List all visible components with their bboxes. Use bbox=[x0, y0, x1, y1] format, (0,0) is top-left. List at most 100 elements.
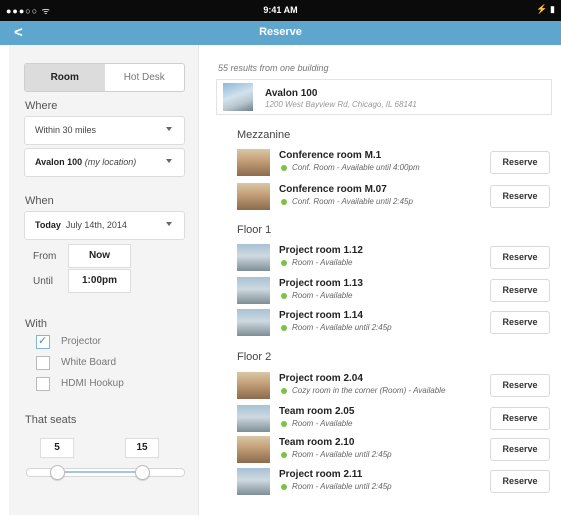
status-time: 9:41 AM bbox=[263, 5, 298, 15]
location-name: Avalon 100 bbox=[35, 157, 83, 167]
room-description: Room - Available until 2:45p bbox=[292, 323, 392, 332]
seats-slider-fill bbox=[56, 471, 141, 473]
distance-select[interactable]: Within 30 miles bbox=[24, 116, 185, 145]
available-dot bbox=[281, 388, 287, 394]
seats-min-handle[interactable] bbox=[50, 465, 65, 480]
room-row[interactable]: Conference room M.07 Conf. Room - Availa… bbox=[237, 183, 551, 213]
room-image bbox=[237, 468, 270, 495]
projector-checkbox[interactable] bbox=[36, 334, 50, 349]
room-row[interactable]: Project room 2.11 Room - Available until… bbox=[237, 468, 551, 498]
room-name: Project room 1.14 bbox=[279, 310, 363, 321]
available-dot bbox=[281, 484, 287, 490]
room-image bbox=[237, 183, 270, 210]
building-address: 1200 West Bayview Rd, Chicago, IL 68141 bbox=[265, 100, 417, 109]
booking-type-toggle: Room Hot Desk bbox=[24, 63, 185, 92]
room-row[interactable]: Team room 2.10 Room - Available until 2:… bbox=[237, 436, 551, 466]
reserve-button[interactable]: Reserve bbox=[490, 151, 550, 174]
reserve-button[interactable]: Reserve bbox=[490, 311, 550, 334]
seats-max-handle[interactable] bbox=[135, 465, 150, 480]
reserve-button[interactable]: Reserve bbox=[490, 374, 550, 397]
date-select[interactable]: Today July 14th, 2014 bbox=[24, 211, 185, 240]
reserve-button[interactable]: Reserve bbox=[490, 470, 550, 493]
section-title: Mezzanine bbox=[237, 129, 291, 141]
with-label: With bbox=[25, 318, 47, 330]
room-description: Conf. Room - Available until 4:00pm bbox=[292, 163, 420, 172]
available-dot bbox=[281, 199, 287, 205]
room-description: Room - Available bbox=[292, 258, 353, 267]
building-name: Avalon 100 bbox=[265, 88, 318, 99]
room-name: Team room 2.05 bbox=[279, 406, 355, 417]
building-image bbox=[223, 83, 253, 111]
room-name: Team room 2.10 bbox=[279, 437, 355, 448]
room-row[interactable]: Team room 2.05 Room - Available Reserve bbox=[237, 405, 551, 435]
room-name: Project room 1.13 bbox=[279, 278, 363, 289]
room-description: Room - Available bbox=[292, 419, 353, 428]
results-panel: 55 results from one building Avalon 100 … bbox=[210, 45, 561, 515]
building-card[interactable]: Avalon 100 1200 West Bayview Rd, Chicago… bbox=[216, 79, 552, 115]
reserve-button[interactable]: Reserve bbox=[490, 246, 550, 269]
room-image bbox=[237, 372, 270, 399]
from-label: From bbox=[33, 251, 57, 262]
status-bar: ●●●○○ ᯤ 9:41 AM ⚡ ▮ bbox=[0, 0, 561, 21]
room-description: Room - Available bbox=[292, 291, 353, 300]
whiteboard-checkbox[interactable] bbox=[36, 356, 50, 370]
room-row[interactable]: Project room 1.13 Room - Available Reser… bbox=[237, 277, 551, 307]
available-dot bbox=[281, 260, 287, 266]
until-time-field[interactable]: 1:00pm bbox=[68, 269, 131, 293]
location-select[interactable]: Avalon 100 (my location) bbox=[24, 148, 185, 177]
room-image bbox=[237, 436, 270, 463]
room-row[interactable]: Project room 1.12 Room - Available Reser… bbox=[237, 244, 551, 274]
reserve-button[interactable]: Reserve bbox=[490, 185, 550, 208]
seats-max-field[interactable]: 15 bbox=[125, 438, 159, 458]
date-text: July 14th, 2014 bbox=[65, 220, 127, 230]
location-note: (my location) bbox=[84, 157, 137, 167]
distance-value: Within 30 miles bbox=[35, 125, 97, 135]
room-name: Project room 2.04 bbox=[279, 373, 363, 384]
projector-label: Projector bbox=[61, 336, 102, 347]
until-label: Until bbox=[33, 276, 54, 287]
available-dot bbox=[281, 165, 287, 171]
chevron-down-icon bbox=[166, 222, 172, 226]
room-image bbox=[237, 309, 270, 336]
room-name: Conference room M.07 bbox=[279, 184, 387, 195]
results-count: 55 results from one building bbox=[218, 63, 329, 73]
tab-hot-desk[interactable]: Hot Desk bbox=[105, 64, 185, 91]
seats-min-field[interactable]: 5 bbox=[40, 438, 74, 458]
section-title: Floor 2 bbox=[237, 351, 272, 363]
battery-icon: ⚡ ▮ bbox=[536, 4, 555, 14]
when-label: When bbox=[25, 195, 54, 207]
from-time-field[interactable]: Now bbox=[68, 244, 131, 268]
available-dot bbox=[281, 293, 287, 299]
room-name: Project room 1.12 bbox=[279, 245, 363, 256]
whiteboard-label: White Board bbox=[61, 357, 117, 368]
date-prefix: Today bbox=[35, 220, 61, 230]
where-label: Where bbox=[25, 100, 58, 112]
chevron-down-icon bbox=[166, 159, 172, 163]
chevron-down-icon bbox=[166, 127, 172, 131]
room-row[interactable]: Project room 1.14 Room - Available until… bbox=[237, 309, 551, 339]
nav-bar: < Reserve bbox=[0, 21, 561, 45]
room-description: Conf. Room - Available until 2:45p bbox=[292, 197, 413, 206]
available-dot bbox=[281, 421, 287, 427]
room-description: Room - Available until 2:45p bbox=[292, 482, 392, 491]
tab-room[interactable]: Room bbox=[25, 64, 105, 91]
room-image bbox=[237, 244, 270, 271]
seats-label: That seats bbox=[25, 414, 77, 426]
location-value: Avalon 100 (my location) bbox=[35, 157, 136, 167]
reserve-button[interactable]: Reserve bbox=[490, 279, 550, 302]
date-value: Today July 14th, 2014 bbox=[35, 220, 127, 230]
room-image bbox=[237, 277, 270, 304]
room-row[interactable]: Project room 2.04 Cozy room in the corne… bbox=[237, 372, 551, 402]
room-description: Room - Available until 2:45p bbox=[292, 450, 392, 459]
reserve-button[interactable]: Reserve bbox=[490, 407, 550, 430]
room-description: Cozy room in the corner (Room) - Availab… bbox=[292, 386, 446, 395]
hdmi-checkbox[interactable] bbox=[36, 377, 50, 391]
hdmi-label: HDMI Hookup bbox=[61, 378, 124, 389]
room-name: Project room 2.11 bbox=[279, 469, 363, 480]
room-image bbox=[237, 149, 270, 176]
room-image bbox=[237, 405, 270, 432]
room-row[interactable]: Conference room M.1 Conf. Room - Availab… bbox=[237, 149, 551, 179]
room-name: Conference room M.1 bbox=[279, 150, 382, 161]
reserve-button[interactable]: Reserve bbox=[490, 438, 550, 461]
available-dot bbox=[281, 452, 287, 458]
